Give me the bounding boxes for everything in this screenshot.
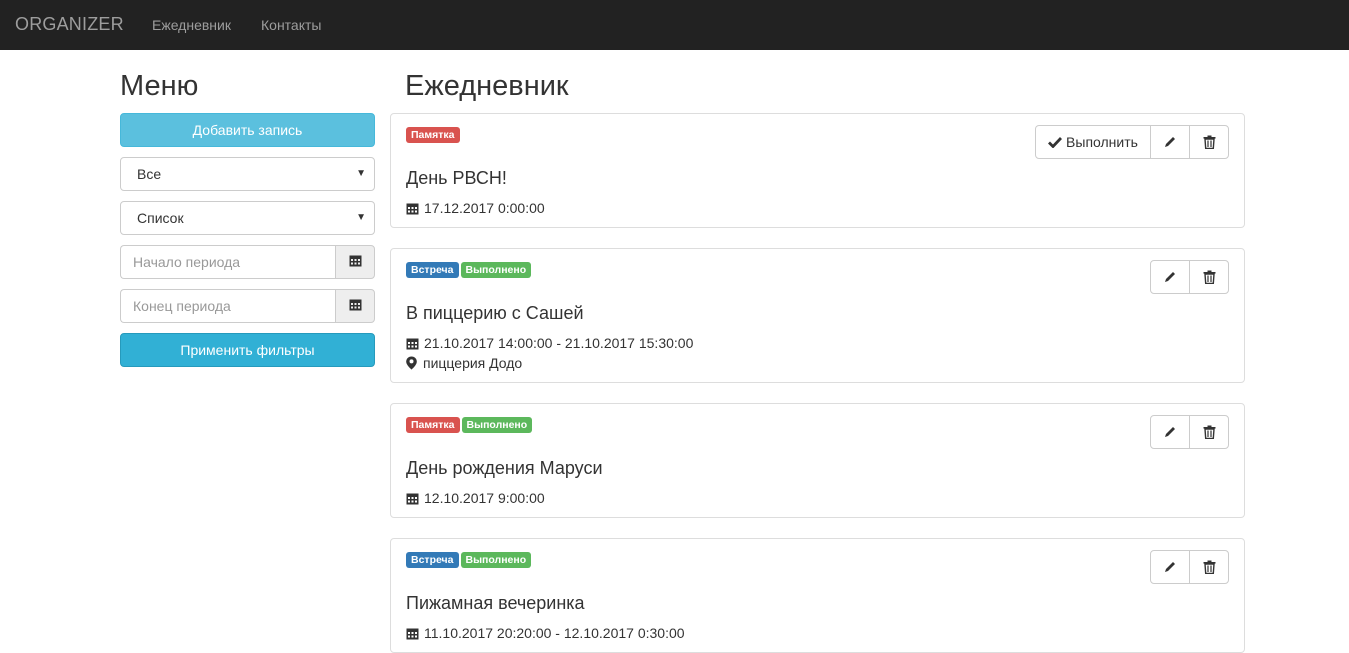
edit-button[interactable] bbox=[1150, 125, 1190, 159]
category-badge: Встреча bbox=[406, 552, 459, 568]
calendar-icon bbox=[406, 203, 419, 215]
category-badge: Памятка bbox=[406, 417, 460, 433]
map-marker-icon bbox=[406, 356, 417, 370]
diary-entry-card: Встреча Выполнено В пиццерию с Сашей 21.1… bbox=[390, 248, 1245, 383]
pencil-icon bbox=[1165, 272, 1175, 282]
edit-button[interactable] bbox=[1150, 260, 1190, 294]
category-badge: Памятка bbox=[406, 127, 460, 143]
edit-button[interactable] bbox=[1150, 415, 1190, 449]
entry-actions: Выполнить bbox=[1035, 125, 1229, 159]
entry-title: В пиццерию с Сашей bbox=[406, 303, 584, 323]
delete-button[interactable] bbox=[1189, 550, 1229, 584]
period-start-group: Начало периода bbox=[120, 245, 375, 279]
type-filter-select[interactable]: Все ▼ bbox=[120, 157, 375, 191]
edit-button[interactable] bbox=[1150, 550, 1190, 584]
entry-datetime: 21.10.2017 14:00:00 - 21.10.2017 15:30:0… bbox=[406, 335, 693, 352]
trash-icon bbox=[1203, 135, 1215, 149]
entry-datetime: 17.12.2017 0:00:00 bbox=[406, 200, 545, 217]
navbar: ORGANIZER Ежедневник Контакты bbox=[0, 0, 1349, 50]
datetime-text: 21.10.2017 14:00:00 - 21.10.2017 15:30:0… bbox=[424, 335, 694, 351]
entry-badges: Памятка Выполнено bbox=[406, 417, 534, 433]
period-start-input[interactable]: Начало периода bbox=[120, 245, 336, 279]
diary-entry-card: Памятка Выполнено День рождения Маруси 12… bbox=[390, 403, 1245, 518]
entry-badges: Встреча Выполнено bbox=[406, 552, 533, 568]
entry-actions bbox=[1150, 415, 1229, 449]
complete-button-label: Выполнить bbox=[1066, 134, 1138, 150]
add-entry-button[interactable]: Добавить запись bbox=[120, 113, 375, 147]
diary-entry-card: Памятка Выполнить День РВСН! 17.12.2017 … bbox=[390, 113, 1245, 228]
entry-badges: Памятка bbox=[406, 127, 462, 143]
delete-button[interactable] bbox=[1189, 415, 1229, 449]
entry-title: Пижамная вечеринка bbox=[406, 593, 585, 613]
status-badge: Выполнено bbox=[460, 552, 532, 568]
calendar-icon[interactable] bbox=[335, 245, 375, 279]
brand-logo[interactable]: ORGANIZER bbox=[15, 14, 124, 35]
calendar-icon[interactable] bbox=[335, 289, 375, 323]
entry-datetime: 12.10.2017 9:00:00 bbox=[406, 490, 545, 507]
entry-title: День РВСН! bbox=[406, 168, 507, 188]
calendar-icon bbox=[406, 493, 419, 505]
pencil-icon bbox=[1165, 137, 1175, 147]
entry-datetime: 11.10.2017 20:20:00 - 12.10.2017 0:30:00 bbox=[406, 625, 685, 642]
sidebar-title: Меню bbox=[120, 70, 199, 102]
view-mode-value: Список bbox=[137, 210, 184, 226]
type-filter-value: Все bbox=[137, 166, 162, 182]
entry-actions bbox=[1150, 260, 1229, 294]
entry-actions bbox=[1150, 550, 1229, 584]
calendar-icon bbox=[406, 628, 419, 640]
period-end-group: Конец периода bbox=[120, 289, 375, 323]
check-icon bbox=[1048, 137, 1063, 148]
datetime-text: 11.10.2017 20:20:00 - 12.10.2017 0:30:00 bbox=[424, 625, 685, 641]
complete-button[interactable]: Выполнить bbox=[1035, 125, 1151, 159]
chevron-down-icon: ▼ bbox=[356, 212, 366, 223]
status-badge: Выполнено bbox=[460, 262, 532, 278]
pencil-icon bbox=[1165, 562, 1175, 572]
trash-icon bbox=[1203, 560, 1215, 574]
apply-filters-button[interactable]: Применить фильтры bbox=[120, 333, 375, 367]
delete-button[interactable] bbox=[1189, 125, 1229, 159]
calendar-icon bbox=[406, 338, 419, 350]
location-text: пиццерия Додо bbox=[423, 355, 523, 371]
nav-link-diary[interactable]: Ежедневник bbox=[152, 17, 231, 33]
status-badge: Выполнено bbox=[461, 417, 533, 433]
category-badge: Встреча bbox=[406, 262, 459, 278]
datetime-text: 12.10.2017 9:00:00 bbox=[424, 490, 545, 506]
trash-icon bbox=[1203, 425, 1215, 439]
delete-button[interactable] bbox=[1189, 260, 1229, 294]
entry-badges: Встреча Выполнено bbox=[406, 262, 533, 278]
view-mode-select[interactable]: Список ▼ bbox=[120, 201, 375, 235]
pencil-icon bbox=[1165, 427, 1175, 437]
period-end-input[interactable]: Конец периода bbox=[120, 289, 336, 323]
datetime-text: 17.12.2017 0:00:00 bbox=[424, 200, 545, 216]
entry-title: День рождения Маруси bbox=[406, 458, 603, 478]
chevron-down-icon: ▼ bbox=[356, 168, 366, 179]
nav-link-contacts[interactable]: Контакты bbox=[261, 17, 321, 33]
trash-icon bbox=[1203, 270, 1215, 284]
entry-location: пиццерия Додо bbox=[406, 355, 522, 372]
page-title: Ежедневник bbox=[405, 70, 569, 102]
